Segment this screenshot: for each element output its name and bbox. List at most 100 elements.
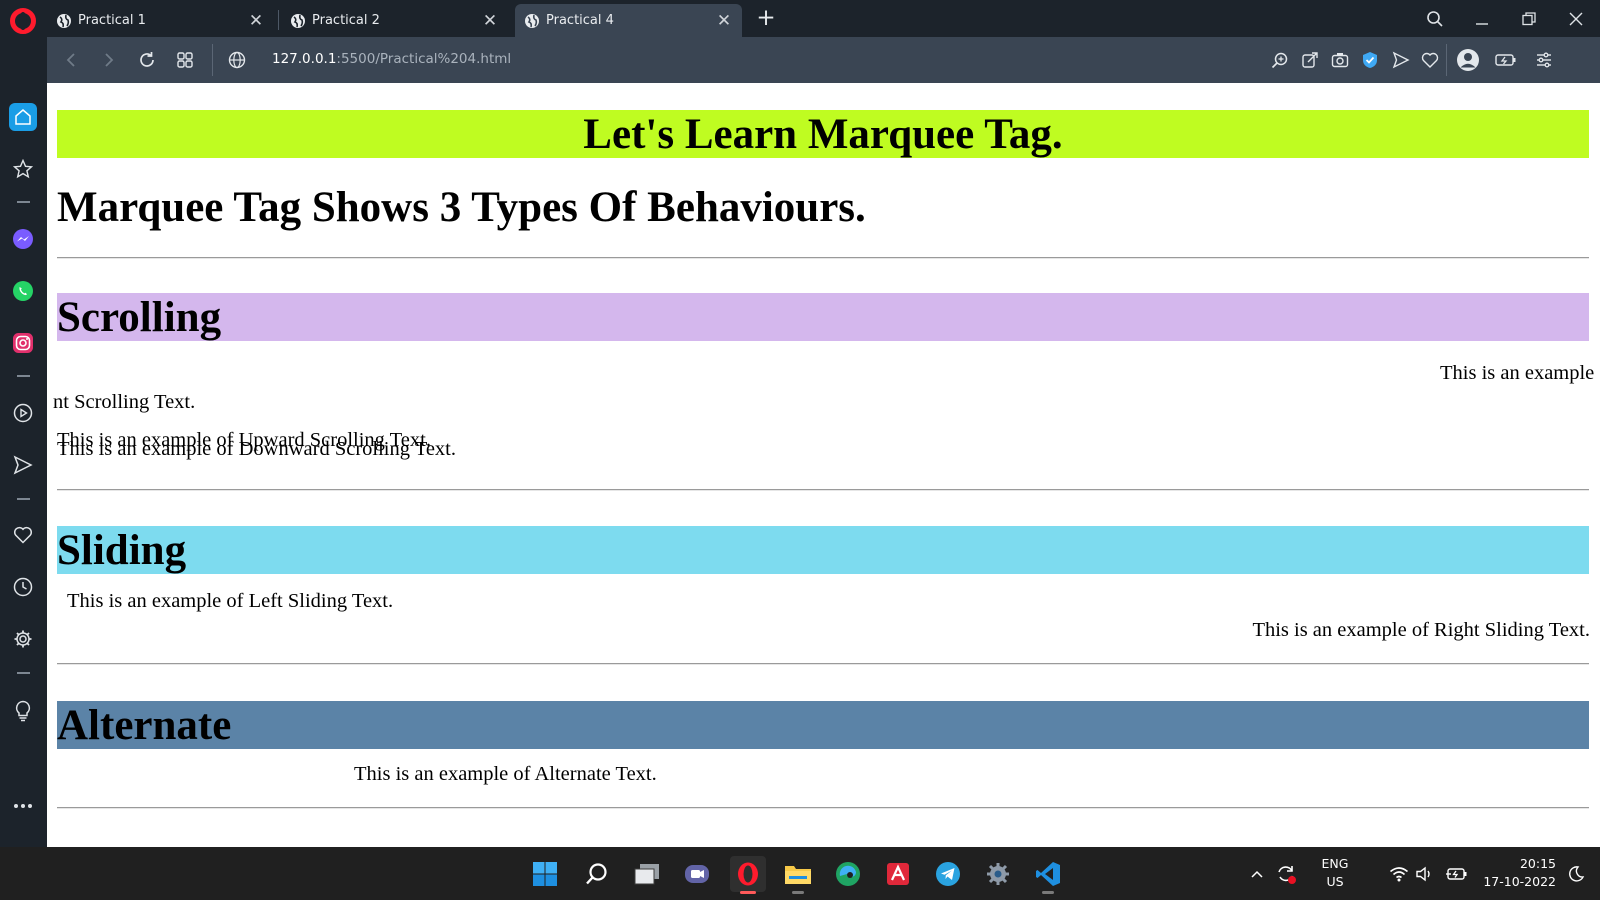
clock-time: 20:15 (1519, 856, 1556, 871)
globe-icon (290, 13, 306, 29)
file-explorer-icon[interactable] (780, 856, 816, 894)
tray-overflow-chevron-icon[interactable] (1247, 856, 1267, 892)
share-edit-icon[interactable] (1297, 47, 1323, 73)
opera-taskbar-icon[interactable] (730, 856, 766, 894)
back-arrow-icon[interactable] (57, 46, 85, 74)
history-clock-icon[interactable] (9, 573, 37, 601)
home-icon[interactable] (9, 103, 37, 131)
profile-avatar-icon[interactable] (1455, 47, 1481, 73)
horizontal-rule (57, 807, 1589, 809)
tab-grid-icon[interactable] (171, 46, 199, 74)
tab-strip: Practical 1 ✕ Practical 2 ✕ Practical 4 … (0, 0, 1600, 37)
tab-title: Practical 4 (546, 13, 614, 28)
easy-setup-icon[interactable] (1531, 47, 1557, 73)
taskbar: ENG US 20:15 17-10-2022 (0, 847, 1600, 900)
horizontal-rule (57, 257, 1589, 259)
search-tabs-icon[interactable] (1418, 6, 1452, 32)
right-scrolling-text: nt Scrolling Text. (53, 391, 196, 413)
teams-chat-icon[interactable] (679, 856, 715, 892)
running-indicator (1042, 891, 1054, 894)
close-window-icon[interactable] (1559, 6, 1593, 32)
tab-practical-2[interactable]: Practical 2 ✕ (281, 4, 508, 37)
whatsapp-icon[interactable] (9, 277, 37, 305)
forward-arrow-icon[interactable] (95, 46, 123, 74)
sync-status-icon[interactable] (1273, 856, 1299, 892)
adobe-app-icon[interactable] (880, 856, 916, 892)
bookmark-heart-icon[interactable] (1417, 47, 1443, 73)
bookmarks-heart-icon[interactable] (9, 521, 37, 549)
url-host: 127.0.0.1 (272, 51, 337, 67)
globe-icon (524, 13, 540, 29)
messenger-icon[interactable] (9, 225, 37, 253)
windows-start-icon[interactable] (527, 856, 563, 892)
instagram-icon[interactable] (9, 329, 37, 357)
toolbar-divider (1446, 44, 1447, 76)
pinboards-star-icon[interactable] (9, 155, 37, 183)
battery-saver-icon[interactable] (1493, 47, 1519, 73)
telegram-icon[interactable] (930, 856, 966, 892)
left-scrolling-text: This is an example of Left Scrolling Tex… (1440, 362, 1600, 384)
search-icon[interactable] (579, 856, 615, 892)
web-page: Let's Learn Marquee Tag. Marquee Tag Sho… (47, 83, 1600, 847)
tab-separator (278, 10, 279, 30)
horizontal-rule (57, 663, 1589, 665)
battery-charging-icon[interactable] (1444, 856, 1468, 892)
tab-close-icon[interactable]: ✕ (478, 11, 502, 31)
vpn-shield-icon[interactable] (1357, 47, 1383, 73)
toolbar-divider (212, 44, 213, 76)
more-options-icon[interactable] (9, 792, 37, 820)
sidebar-divider (17, 672, 30, 674)
address-input[interactable]: 127.0.0.1:5500/Practical%204.html (272, 51, 511, 67)
tab-title: Practical 1 (78, 13, 146, 28)
reload-icon[interactable] (133, 46, 161, 74)
tab-close-icon[interactable]: ✕ (712, 11, 736, 31)
input-language-indicator[interactable]: ENG US (1314, 855, 1356, 891)
restore-icon[interactable] (1512, 6, 1546, 32)
sidebar (0, 37, 47, 847)
send-flow-icon[interactable] (1388, 47, 1414, 73)
right-sliding-text: This is an example of Right Sliding Text… (1252, 619, 1590, 641)
volume-icon[interactable] (1414, 856, 1436, 892)
settings-app-icon[interactable] (980, 856, 1016, 892)
task-view-icon[interactable] (629, 856, 665, 892)
downward-scrolling-text: This is an example of Downward Scrolling… (57, 438, 456, 460)
tips-lightbulb-icon[interactable] (9, 697, 37, 725)
globe-icon (56, 13, 72, 29)
settings-gear-icon[interactable] (9, 625, 37, 653)
tab-close-icon[interactable]: ✕ (244, 11, 268, 31)
sidebar-divider (17, 201, 30, 203)
page-subtitle: Marquee Tag Shows 3 Types Of Behaviours. (57, 184, 866, 231)
zoom-search-icon[interactable] (1267, 47, 1293, 73)
clock-date: 17-10-2022 (1483, 874, 1556, 889)
sidebar-divider (17, 498, 30, 500)
minimize-icon[interactable] (1465, 6, 1499, 32)
opera-menu-icon[interactable] (10, 8, 36, 34)
new-tab-button[interactable]: + (752, 5, 780, 31)
tab-practical-1[interactable]: Practical 1 ✕ (47, 4, 274, 37)
sidebar-divider (17, 375, 30, 377)
edge-browser-icon[interactable] (830, 856, 866, 892)
page-title: Let's Learn Marquee Tag. (57, 110, 1589, 158)
tab-practical-4[interactable]: Practical 4 ✕ (515, 4, 742, 37)
horizontal-rule (57, 489, 1589, 491)
snapshot-camera-icon[interactable] (1327, 47, 1353, 73)
site-info-globe-icon[interactable] (223, 46, 251, 74)
running-indicator (792, 891, 804, 894)
running-indicator (740, 891, 756, 894)
address-toolbar: 127.0.0.1:5500/Practical%204.html (47, 37, 1600, 83)
scrolling-heading: Scrolling (57, 293, 1589, 341)
vscode-icon[interactable] (1030, 856, 1066, 894)
my-flow-send-icon[interactable] (9, 451, 37, 479)
clock[interactable]: 20:15 17-10-2022 (1480, 855, 1556, 891)
focus-assist-moon-icon[interactable] (1563, 856, 1589, 892)
sliding-heading: Sliding (57, 526, 1589, 574)
alternate-text: This is an example of Alternate Text. (354, 763, 657, 785)
player-icon[interactable] (9, 399, 37, 427)
tab-title: Practical 2 (312, 13, 380, 28)
wifi-icon[interactable] (1388, 856, 1410, 892)
url-path: :5500/Practical%204.html (336, 51, 512, 67)
language-label: ENG (1321, 856, 1349, 871)
left-sliding-text: This is an example of Left Sliding Text. (67, 590, 394, 612)
region-label: US (1326, 874, 1344, 889)
alternate-heading: Alternate (57, 701, 1589, 749)
